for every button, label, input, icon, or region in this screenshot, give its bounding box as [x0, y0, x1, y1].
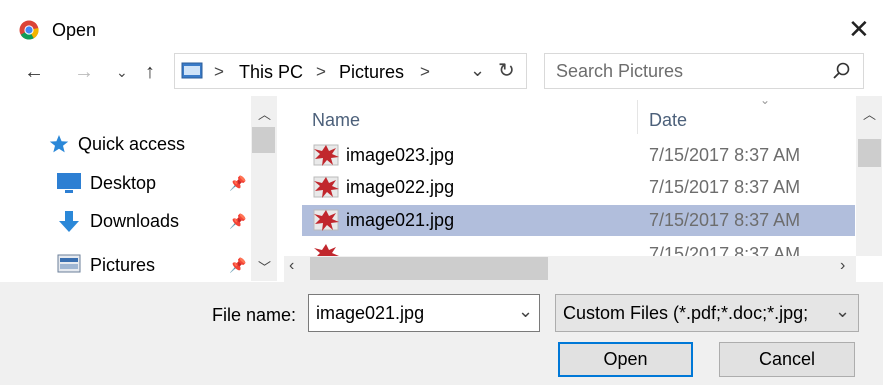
- file-type-dropdown-chevron-icon[interactable]: ⌄: [835, 301, 850, 322]
- pictures-folder-icon: [57, 254, 81, 273]
- image-file-icon: [313, 176, 339, 198]
- partial-row-date-clip: 7/15/2017 8:37 AM: [649, 244, 800, 256]
- desktop-icon: [57, 173, 81, 193]
- search-icon[interactable]: [832, 62, 850, 80]
- pin-icon: 📌: [229, 257, 247, 273]
- file-date: 7/15/2017 8:37 AM: [649, 145, 801, 165]
- nav-item-pictures[interactable]: Pictures: [90, 255, 155, 276]
- recent-locations-chevron-icon[interactable]: ⌄: [116, 64, 128, 81]
- breadcrumb-pictures[interactable]: Pictures: [339, 62, 404, 83]
- star-icon: [49, 135, 69, 153]
- nav-item-desktop[interactable]: Desktop: [90, 173, 156, 194]
- open-button[interactable]: Open: [558, 342, 693, 377]
- file-name-selected[interactable]: image021.jpg: [346, 210, 454, 231]
- horizontal-scroll-thumb[interactable]: [310, 257, 548, 280]
- file-name-dropdown-chevron-icon[interactable]: ⌄: [518, 301, 533, 322]
- pin-icon: 📌: [229, 213, 247, 229]
- chrome-icon: [19, 20, 39, 40]
- scroll-left-icon[interactable]: ‹: [289, 257, 294, 275]
- file-date: 7/15/2017 8:37 AM: [649, 177, 801, 197]
- refresh-icon[interactable]: ↻: [498, 58, 515, 83]
- file-list-scroll-thumb[interactable]: [858, 139, 881, 167]
- cancel-button[interactable]: Cancel: [719, 342, 855, 377]
- breadcrumb-separator-icon: >: [316, 62, 326, 81]
- column-divider[interactable]: [637, 100, 638, 134]
- breadcrumb-this-pc[interactable]: This PC: [239, 62, 303, 83]
- breadcrumb-separator-icon: >: [214, 62, 224, 81]
- back-arrow-icon[interactable]: ←: [24, 60, 44, 84]
- file-name-label: File name:: [212, 305, 297, 325]
- download-arrow-icon: [59, 211, 79, 232]
- scroll-up-icon[interactable]: ︿: [863, 104, 876, 123]
- file-name-value: image021.jpg: [316, 303, 425, 323]
- this-pc-icon: [181, 62, 203, 79]
- window-title: Open: [52, 20, 97, 40]
- column-header-name[interactable]: Name: [312, 110, 360, 131]
- nav-pane-vertical-scrollbar[interactable]: [251, 96, 277, 281]
- file-date: 7/15/2017 8:37 AM: [649, 210, 801, 230]
- scroll-right-icon[interactable]: ›: [840, 257, 845, 275]
- address-dropdown-chevron-icon[interactable]: ⌄: [470, 60, 485, 81]
- up-arrow-icon[interactable]: ↑: [145, 60, 155, 84]
- scroll-up-icon[interactable]: ︿: [258, 104, 271, 123]
- forward-arrow-icon[interactable]: →: [74, 60, 94, 84]
- nav-item-downloads[interactable]: Downloads: [90, 211, 179, 232]
- search-placeholder: Search Pictures: [556, 61, 684, 81]
- file-name[interactable]: image022.jpg: [346, 177, 454, 198]
- nav-pane-scroll-thumb[interactable]: [252, 127, 275, 153]
- column-header-date[interactable]: Date: [649, 110, 687, 131]
- nav-item-quick-access[interactable]: Quick access: [78, 134, 185, 155]
- pin-icon: 📌: [229, 175, 247, 191]
- breadcrumb-separator-icon[interactable]: >: [420, 62, 430, 82]
- image-file-icon: [313, 209, 339, 231]
- scroll-down-icon[interactable]: ﹀: [258, 257, 271, 276]
- sort-chevron-icon: ⌄: [760, 93, 771, 107]
- file-name[interactable]: image023.jpg: [346, 145, 454, 166]
- file-type-value: Custom Files (*.pdf;*.doc;*.jpg;: [563, 303, 809, 323]
- file-date-partial: 7/15/2017 8:37 AM: [649, 244, 801, 256]
- partial-row-icon: [312, 242, 342, 256]
- image-file-icon: [313, 144, 339, 166]
- close-icon[interactable]: ✕: [848, 16, 870, 42]
